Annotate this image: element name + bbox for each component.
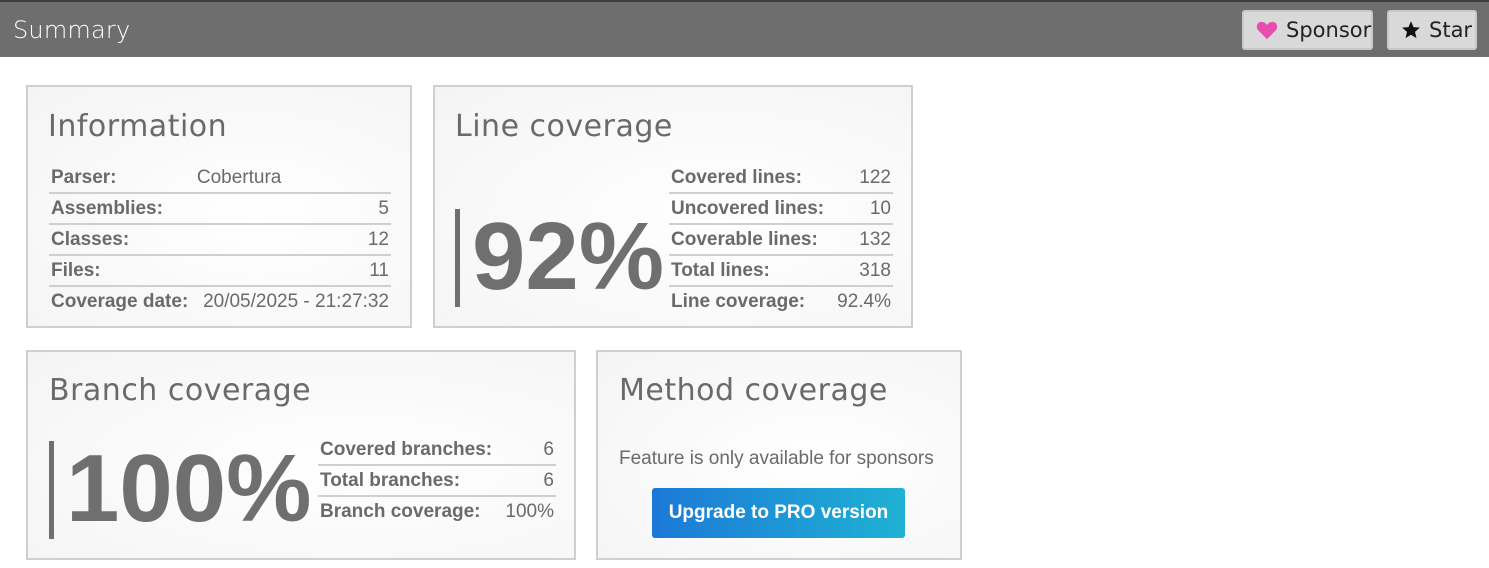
row-value: 11: [194, 254, 391, 286]
row-label: Coverage date:: [49, 285, 195, 316]
table-row: Line coverage: 92.4%: [669, 285, 893, 316]
row-value: 10: [832, 192, 893, 224]
information-title: Information: [48, 109, 228, 144]
table-row: Parser: Cobertura: [49, 163, 391, 193]
upgrade-pro-button[interactable]: Upgrade to PRO version: [652, 488, 905, 538]
row-value: 6: [543, 439, 554, 460]
page-title: Summary: [13, 16, 131, 44]
method-coverage-title: Method coverage: [619, 373, 888, 408]
row-label: Total lines:: [669, 254, 833, 286]
sponsors-only-note: Feature is only available for sponsors: [619, 448, 934, 469]
row-label: Branch coverage:: [318, 495, 502, 526]
row-value: 92.4%: [832, 285, 893, 316]
sponsor-label: Sponsor: [1286, 18, 1372, 42]
row-label: Line coverage:: [669, 285, 833, 316]
line-coverage-title: Line coverage: [455, 109, 673, 144]
row-value: Cobertura: [196, 167, 282, 188]
table-row: Branch coverage: 100%: [318, 495, 556, 526]
branch-coverage-percent: 100%: [49, 441, 312, 539]
top-bar: Summary Sponsor Star: [0, 0, 1489, 57]
row-value: 100%: [501, 495, 556, 526]
row-label: Assemblies:: [49, 192, 195, 224]
table-row: Uncovered lines: 10: [669, 192, 893, 224]
row-value: 6: [501, 464, 556, 496]
branch-coverage-title: Branch coverage: [49, 373, 312, 408]
star-icon: [1401, 20, 1421, 40]
table-row: Assemblies: 5: [49, 192, 391, 224]
branch-coverage-card: Branch coverage 100% Covered branches: 6…: [26, 350, 576, 560]
line-coverage-card: Line coverage 92% Covered lines: 122 Unc…: [433, 85, 913, 328]
table-row: Coverable lines: 132: [669, 223, 893, 255]
row-label: Classes:: [49, 223, 195, 255]
information-table: Parser: Cobertura Assemblies: 5 Classes:…: [49, 163, 391, 316]
table-row: Coverage date: 20/05/2025 - 21:27:32: [49, 285, 391, 316]
row-label: Coverable lines:: [669, 223, 833, 255]
row-label: Covered branches:: [320, 439, 493, 460]
row-value: 122: [859, 167, 891, 188]
table-row: Covered lines: 122: [669, 163, 893, 193]
heart-icon: [1256, 20, 1278, 40]
star-button[interactable]: Star: [1387, 10, 1477, 50]
table-row: Covered branches: 6: [318, 435, 556, 465]
row-label: Files:: [49, 254, 195, 286]
row-value: 132: [832, 223, 893, 255]
branch-coverage-table: Covered branches: 6 Total branches: 6 Br…: [318, 435, 556, 526]
row-value: 318: [832, 254, 893, 286]
sponsor-button[interactable]: Sponsor: [1242, 10, 1373, 50]
table-row: Total branches: 6: [318, 464, 556, 496]
table-row: Files: 11: [49, 254, 391, 286]
row-value: 20/05/2025 - 21:27:32: [194, 285, 391, 316]
line-coverage-table: Covered lines: 122 Uncovered lines: 10 C…: [669, 163, 893, 316]
table-row: Classes: 12: [49, 223, 391, 255]
star-label: Star: [1429, 18, 1473, 42]
row-value: 5: [194, 192, 391, 224]
information-card: Information Parser: Cobertura Assemblies…: [26, 85, 412, 328]
line-coverage-percent: 92%: [455, 209, 664, 307]
row-label: Parser:: [51, 167, 117, 188]
row-label: Covered lines:: [671, 167, 802, 188]
row-label: Total branches:: [318, 464, 502, 496]
table-row: Total lines: 318: [669, 254, 893, 286]
row-label: Uncovered lines:: [669, 192, 833, 224]
row-value: 12: [194, 223, 391, 255]
